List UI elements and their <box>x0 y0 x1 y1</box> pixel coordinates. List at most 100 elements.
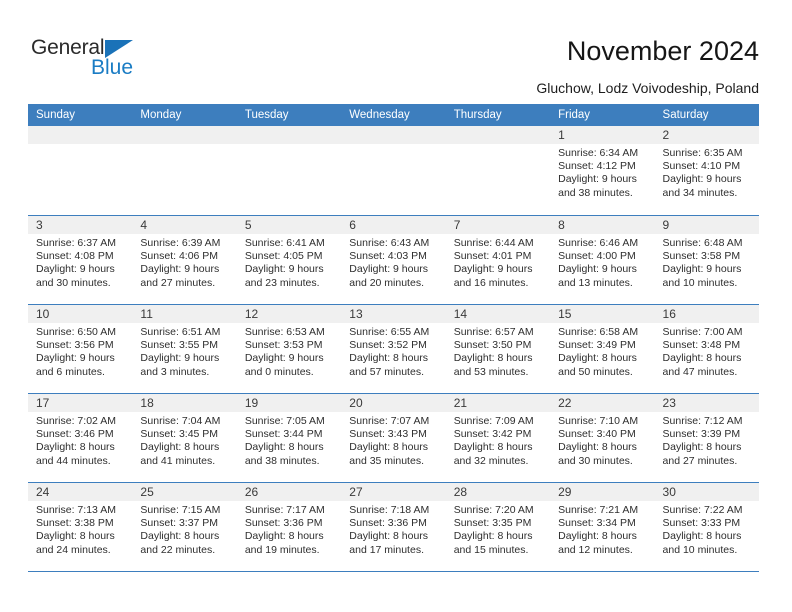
calendar-day-cell[interactable]: 28 Sunrise: 7:20 AM Sunset: 3:35 PM Dayligh… <box>445 483 551 571</box>
calendar-day-cell[interactable]: 23 Sunrise: 7:12 AM Sunset: 3:39 PM Dayligh… <box>654 394 759 482</box>
calendar-day-cell-empty <box>28 126 133 215</box>
calendar-day-cell[interactable]: 27 Sunrise: 7:18 AM Sunset: 3:36 PM Dayligh… <box>341 483 446 571</box>
sunrise-text: Sunrise: 6:58 AM <box>558 326 639 338</box>
day-sun-info: Sunrise: 6:34 AM Sunset: 4:12 PM Daylight:… <box>550 144 654 200</box>
calendar-day-cell[interactable]: 6 Sunrise: 6:43 AM Sunset: 4:03 PM Daylight… <box>341 216 446 304</box>
sunrise-text: Sunrise: 6:37 AM <box>36 237 116 249</box>
sunrise-text: Sunrise: 6:34 AM <box>558 147 639 159</box>
day-number: 5 <box>236 216 342 234</box>
sunrise-text: Sunrise: 6:46 AM <box>558 237 639 249</box>
day-sun-info: Sunrise: 6:48 AM Sunset: 3:58 PM Daylight:… <box>655 234 759 290</box>
day-number: 13 <box>341 305 446 323</box>
calendar-day-cell-empty <box>445 126 551 215</box>
calendar-day-cell[interactable]: 10 Sunrise: 6:50 AM Sunset: 3:56 PM Dayligh… <box>28 305 133 393</box>
daylight-text-line2: and 0 minutes. <box>244 365 314 378</box>
daylight-text-line2: and 24 minutes. <box>36 543 111 556</box>
calendar-day-cell[interactable]: 8 Sunrise: 6:46 AM Sunset: 4:00 PM Daylight… <box>550 216 655 304</box>
daylight-text-line1: Daylight: 8 hours <box>244 441 324 454</box>
day-number: 14 <box>445 305 551 323</box>
page-title: November 2024 <box>566 36 759 66</box>
calendar-day-cell[interactable]: 9 Sunrise: 6:48 AM Sunset: 3:58 PM Daylight… <box>654 216 759 304</box>
sunrise-text: Sunrise: 7:09 AM <box>453 415 534 427</box>
sunrise-text: Sunrise: 7:13 AM <box>36 504 116 516</box>
calendar-day-cell[interactable]: 25 Sunrise: 7:15 AM Sunset: 3:37 PM Dayligh… <box>132 483 237 571</box>
sunset-text: Sunset: 4:10 PM <box>662 160 741 173</box>
daylight-text-line2: and 32 minutes. <box>453 454 529 467</box>
calendar-day-cell[interactable]: 2 Sunrise: 6:35 AM Sunset: 4:10 PM Daylight… <box>654 126 759 215</box>
daylight-text-line1: Daylight: 9 hours <box>558 173 637 186</box>
daylight-text-line2: and 15 minutes. <box>453 543 529 556</box>
day-number <box>236 126 342 144</box>
sunset-text: Sunset: 3:49 PM <box>558 339 636 352</box>
calendar-day-cell[interactable]: 15 Sunrise: 6:58 AM Sunset: 3:49 PM Dayligh… <box>550 305 655 393</box>
calendar-day-cell[interactable]: 4 Sunrise: 6:39 AM Sunset: 4:06 PM Daylight… <box>132 216 237 304</box>
sunrise-text: Sunrise: 6:50 AM <box>36 326 116 338</box>
calendar-day-cell[interactable]: 21 Sunrise: 7:09 AM Sunset: 3:42 PM Dayligh… <box>445 394 551 482</box>
day-number: 21 <box>445 394 551 412</box>
calendar-day-cell[interactable]: 30 Sunrise: 7:22 AM Sunset: 3:33 PM Dayligh… <box>654 483 759 571</box>
day-number: 30 <box>654 483 759 501</box>
daylight-text-line2: and 57 minutes. <box>349 365 424 378</box>
daylight-text-line2: and 3 minutes. <box>140 365 210 378</box>
sunset-text: Sunset: 3:40 PM <box>558 428 636 441</box>
daylight-text-line1: Daylight: 8 hours <box>36 441 115 454</box>
calendar-day-cell[interactable]: 3 Sunrise: 6:37 AM Sunset: 4:08 PM Daylight… <box>28 216 133 304</box>
sunrise-text: Sunrise: 7:10 AM <box>558 415 639 427</box>
page-header: General Blue November 2024 Gluchow, Lodz… <box>0 0 792 100</box>
day-sun-info: Sunrise: 7:22 AM Sunset: 3:33 PM Daylight:… <box>655 501 759 557</box>
calendar-day-cell[interactable]: 12 Sunrise: 6:53 AM Sunset: 3:53 PM Dayligh… <box>236 305 342 393</box>
day-sun-info: Sunrise: 6:43 AM Sunset: 4:03 PM Daylight:… <box>341 234 445 290</box>
day-number <box>341 126 446 144</box>
calendar-day-cell[interactable]: 19 Sunrise: 7:05 AM Sunset: 3:44 PM Dayligh… <box>236 394 342 482</box>
weekday-header-sunday: Sunday <box>36 109 76 121</box>
daylight-text-line2: and 10 minutes. <box>662 543 738 556</box>
calendar-day-cell[interactable]: 26 Sunrise: 7:17 AM Sunset: 3:36 PM Dayligh… <box>236 483 342 571</box>
calendar-day-cell[interactable]: 16 Sunrise: 7:00 AM Sunset: 3:48 PM Dayligh… <box>654 305 759 393</box>
sunset-text: Sunset: 3:52 PM <box>349 339 427 352</box>
calendar-bottom-border <box>28 571 759 572</box>
daylight-text-line2: and 38 minutes. <box>244 454 320 467</box>
calendar-week-row: 17 Sunrise: 7:02 AM Sunset: 3:46 PM Dayligh… <box>28 393 759 482</box>
sunset-text: Sunset: 3:39 PM <box>662 428 741 441</box>
daylight-text-line1: Daylight: 8 hours <box>558 352 637 365</box>
day-sun-info: Sunrise: 7:00 AM Sunset: 3:48 PM Daylight:… <box>655 323 759 379</box>
daylight-text-line2: and 12 minutes. <box>558 543 633 556</box>
daylight-text-line1: Daylight: 8 hours <box>662 352 742 365</box>
daylight-text-line2: and 13 minutes. <box>558 276 633 289</box>
calendar-weeks: 1 Sunrise: 6:34 AM Sunset: 4:12 PM Daylight… <box>28 126 759 571</box>
calendar-day-cell[interactable]: 18 Sunrise: 7:04 AM Sunset: 3:45 PM Dayligh… <box>132 394 237 482</box>
calendar-week-row: 24 Sunrise: 7:13 AM Sunset: 3:38 PM Dayligh… <box>28 482 759 571</box>
calendar-day-cell[interactable]: 20 Sunrise: 7:07 AM Sunset: 3:43 PM Dayligh… <box>341 394 446 482</box>
day-sun-info: Sunrise: 6:39 AM Sunset: 4:06 PM Daylight:… <box>132 234 236 290</box>
calendar-day-cell[interactable]: 22 Sunrise: 7:10 AM Sunset: 3:40 PM Dayligh… <box>550 394 655 482</box>
general-blue-logo[interactable]: General Blue <box>31 37 211 85</box>
sunrise-text: Sunrise: 7:17 AM <box>244 504 325 516</box>
day-number: 24 <box>28 483 133 501</box>
daylight-text-line1: Daylight: 8 hours <box>349 352 429 365</box>
calendar-day-cell[interactable]: 13 Sunrise: 6:55 AM Sunset: 3:52 PM Dayligh… <box>341 305 446 393</box>
daylight-text-line2: and 6 minutes. <box>36 365 105 378</box>
calendar-day-cell[interactable]: 11 Sunrise: 6:51 AM Sunset: 3:55 PM Dayligh… <box>132 305 237 393</box>
daylight-text-line1: Daylight: 8 hours <box>558 530 637 543</box>
day-sun-info: Sunrise: 6:57 AM Sunset: 3:50 PM Daylight:… <box>446 323 550 379</box>
daylight-text-line2: and 23 minutes. <box>244 276 320 289</box>
calendar-day-cell[interactable]: 24 Sunrise: 7:13 AM Sunset: 3:38 PM Dayligh… <box>28 483 133 571</box>
calendar-day-cell[interactable]: 14 Sunrise: 6:57 AM Sunset: 3:50 PM Dayligh… <box>445 305 551 393</box>
daylight-text-line1: Daylight: 9 hours <box>140 352 220 365</box>
calendar-day-cell[interactable]: 29 Sunrise: 7:21 AM Sunset: 3:34 PM Dayligh… <box>550 483 655 571</box>
daylight-text-line2: and 20 minutes. <box>349 276 424 289</box>
sunrise-text: Sunrise: 7:07 AM <box>349 415 430 427</box>
calendar-day-cell[interactable]: 7 Sunrise: 6:44 AM Sunset: 4:01 PM Daylight… <box>445 216 551 304</box>
calendar-day-cell[interactable]: 1 Sunrise: 6:34 AM Sunset: 4:12 PM Daylight… <box>550 126 655 215</box>
calendar-week-row: 3 Sunrise: 6:37 AM Sunset: 4:08 PM Daylight… <box>28 215 759 304</box>
sunrise-text: Sunrise: 6:41 AM <box>244 237 325 249</box>
day-number: 26 <box>236 483 342 501</box>
daylight-text-line1: Daylight: 8 hours <box>453 530 533 543</box>
daylight-text-line2: and 30 minutes. <box>36 276 111 289</box>
calendar-day-cell[interactable]: 17 Sunrise: 7:02 AM Sunset: 3:46 PM Dayligh… <box>28 394 133 482</box>
calendar-day-cell[interactable]: 5 Sunrise: 6:41 AM Sunset: 4:05 PM Daylight… <box>236 216 342 304</box>
day-sun-info: Sunrise: 7:18 AM Sunset: 3:36 PM Daylight:… <box>341 501 445 557</box>
daylight-text-line1: Daylight: 9 hours <box>36 263 115 276</box>
weekday-header-tuesday: Tuesday <box>244 109 289 121</box>
day-sun-info: Sunrise: 7:09 AM Sunset: 3:42 PM Daylight:… <box>446 412 550 468</box>
